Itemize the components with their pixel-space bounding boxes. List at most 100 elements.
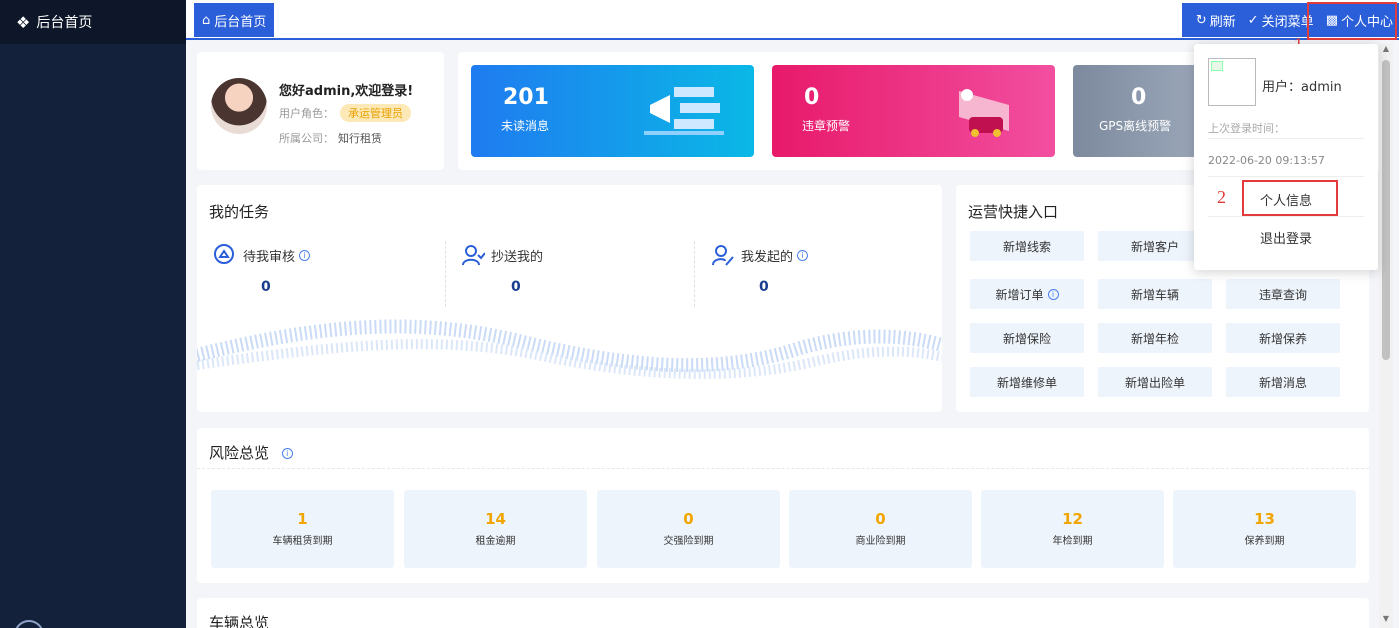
dropdown-username: 用户：admin (1262, 80, 1342, 95)
home-icon: ⌂ (202, 12, 211, 28)
quick-add-inspection[interactable]: 新增年检 (1098, 323, 1212, 353)
stat-value: 0 (1131, 85, 1147, 110)
quick-add-repair-order[interactable]: 新增维修单 (970, 367, 1084, 397)
quick-add-order-label: 新增订单 (995, 287, 1044, 302)
vehicle-overview-card: 车辆总览 (197, 598, 1369, 628)
stat-label: GPS离线预警 (1099, 119, 1172, 133)
task-initiated-by-me[interactable]: 我发起的 i 0 (711, 243, 942, 295)
risk-value: 0 (875, 510, 886, 528)
last-login-time: 2022-06-20 09:13:57 (1208, 154, 1325, 167)
quick-title: 运营快捷入口 (968, 203, 1059, 221)
refresh-icon: ↻ (1195, 12, 1207, 28)
scrollbar-thumb[interactable] (1382, 60, 1390, 360)
task-value: 0 (759, 279, 769, 295)
tag-icon: ✓ (1247, 12, 1259, 28)
risk-value: 0 (683, 510, 694, 528)
risk-label: 租金逾期 (475, 536, 516, 547)
avatar (211, 78, 267, 134)
quick-add-maintenance[interactable]: 新增保养 (1226, 323, 1340, 353)
stat-gps-offline-alert[interactable]: 0 GPS离线预警 (1073, 65, 1198, 157)
sidebar-home-item[interactable]: ❖ 后台首页 (0, 0, 186, 44)
company-value: 知行租赁 (338, 132, 382, 145)
scroll-up-arrow-icon[interactable]: ▲ (1379, 44, 1393, 53)
quick-add-message[interactable]: 新增消息 (1226, 367, 1340, 397)
divider (1208, 138, 1364, 139)
tab-home[interactable]: ⌂ 后台首页 (194, 3, 275, 37)
risk-label: 商业险到期 (855, 536, 906, 547)
refresh-button[interactable]: ↻ 刷新 (1190, 3, 1242, 37)
user-company: 所属公司： 知行租赁 (279, 130, 382, 146)
stat-value: 0 (804, 85, 820, 110)
risk-inspection-expiry[interactable]: 12 年检到期 (981, 490, 1164, 568)
close-menu-label: 关闭菜单 (1261, 14, 1314, 30)
review-icon (214, 244, 234, 264)
user-dropdown-menu: 用户：admin 上次登录时间： 2022-06-20 09:13:57 个人信… (1194, 44, 1378, 270)
user-avatar-image (1208, 58, 1256, 106)
info-icon[interactable]: i (281, 448, 293, 459)
sidebar-home-label: 后台首页 (36, 15, 93, 31)
my-tasks-card: 我的任务 待我审核 i 0 抄送我的 0 我发起的 i 0 (197, 185, 942, 412)
welcome-greeting: 您好admin,欢迎登录! (279, 84, 414, 99)
risk-label: 保养到期 (1244, 536, 1285, 547)
task-cc-me[interactable]: 抄送我的 0 (461, 243, 701, 295)
scrollbar[interactable]: ▲ ▼ (1379, 44, 1393, 628)
divider (1208, 216, 1364, 217)
scroll-down-arrow-icon[interactable]: ▼ (1379, 614, 1393, 623)
stat-violation-alert[interactable]: 0 违章预警 (772, 65, 1055, 157)
quick-add-order[interactable]: 新增订单 i (970, 279, 1084, 309)
car-camera-icon (959, 89, 1009, 137)
cc-user-icon (462, 245, 485, 266)
user-role: 用户角色： 承运管理员 (279, 104, 411, 122)
task-value: 0 (261, 279, 271, 295)
info-icon[interactable]: i (797, 249, 809, 261)
risk-compulsory-insurance-expiry[interactable]: 0 交强险到期 (597, 490, 780, 568)
risk-commercial-insurance-expiry[interactable]: 0 商业险到期 (789, 490, 972, 568)
risk-value: 12 (1062, 510, 1083, 528)
decorative-wave (197, 319, 942, 379)
annotation-box-2 (1242, 180, 1338, 216)
risk-title: 风险总览 i (209, 442, 293, 463)
risk-label: 交强险到期 (663, 536, 714, 547)
risk-label: 车辆租赁到期 (272, 536, 333, 547)
last-login-label: 上次登录时间： (1208, 122, 1285, 135)
divider (445, 241, 446, 307)
annotation-box-1 (1307, 2, 1397, 40)
megaphone-icon (644, 87, 724, 135)
role-badge: 承运管理员 (340, 104, 411, 122)
sidebar-bottom-icon[interactable] (14, 620, 44, 628)
annotation-number-2: 2 (1217, 187, 1226, 207)
task-label: 抄送我的 (491, 249, 544, 265)
risk-rent-overdue[interactable]: 14 租金逾期 (404, 490, 587, 568)
stat-label: 违章预警 (802, 119, 851, 133)
home-icon: ❖ (16, 12, 31, 32)
info-icon[interactable]: i (299, 249, 311, 261)
divider (694, 241, 695, 307)
risk-title-text: 风险总览 (209, 444, 270, 462)
quick-add-claim[interactable]: 新增出险单 (1098, 367, 1212, 397)
quick-add-lead[interactable]: 新增线索 (970, 231, 1084, 261)
tab-home-label: 后台首页 (214, 14, 267, 30)
role-label: 用户角色： (279, 107, 334, 120)
risk-value: 13 (1254, 510, 1275, 528)
risk-value: 14 (485, 510, 506, 528)
risk-maintenance-expiry[interactable]: 13 保养到期 (1173, 490, 1356, 568)
quick-add-insurance[interactable]: 新增保险 (970, 323, 1084, 353)
task-label: 待我审核 (243, 249, 296, 265)
logout-menu-item[interactable]: 退出登录 (1208, 228, 1364, 247)
task-pending-review[interactable]: 待我审核 i 0 (213, 243, 453, 295)
quick-violation-query[interactable]: 违章查询 (1226, 279, 1340, 309)
task-label: 我发起的 (741, 249, 794, 265)
welcome-card: 您好admin,欢迎登录! 用户角色： 承运管理员 所属公司： 知行租赁 (197, 52, 444, 170)
tasks-title: 我的任务 (209, 203, 270, 221)
divider (197, 468, 1369, 469)
risk-label: 年检到期 (1052, 536, 1093, 547)
stat-value: 201 (503, 85, 549, 110)
stat-unread-messages[interactable]: 201 未读消息 (471, 65, 754, 157)
company-label: 所属公司： (279, 132, 334, 145)
stat-label: 未读消息 (501, 119, 550, 133)
broken-image-icon (1211, 61, 1223, 71)
risk-lease-expiry[interactable]: 1 车辆租赁到期 (211, 490, 394, 568)
risk-overview-card: 风险总览 i 1 车辆租赁到期 14 租金逾期 0 交强险到期 0 商业险到期 … (197, 428, 1369, 583)
quick-add-vehicle[interactable]: 新增车辆 (1098, 279, 1212, 309)
info-icon[interactable]: i (1047, 288, 1059, 300)
